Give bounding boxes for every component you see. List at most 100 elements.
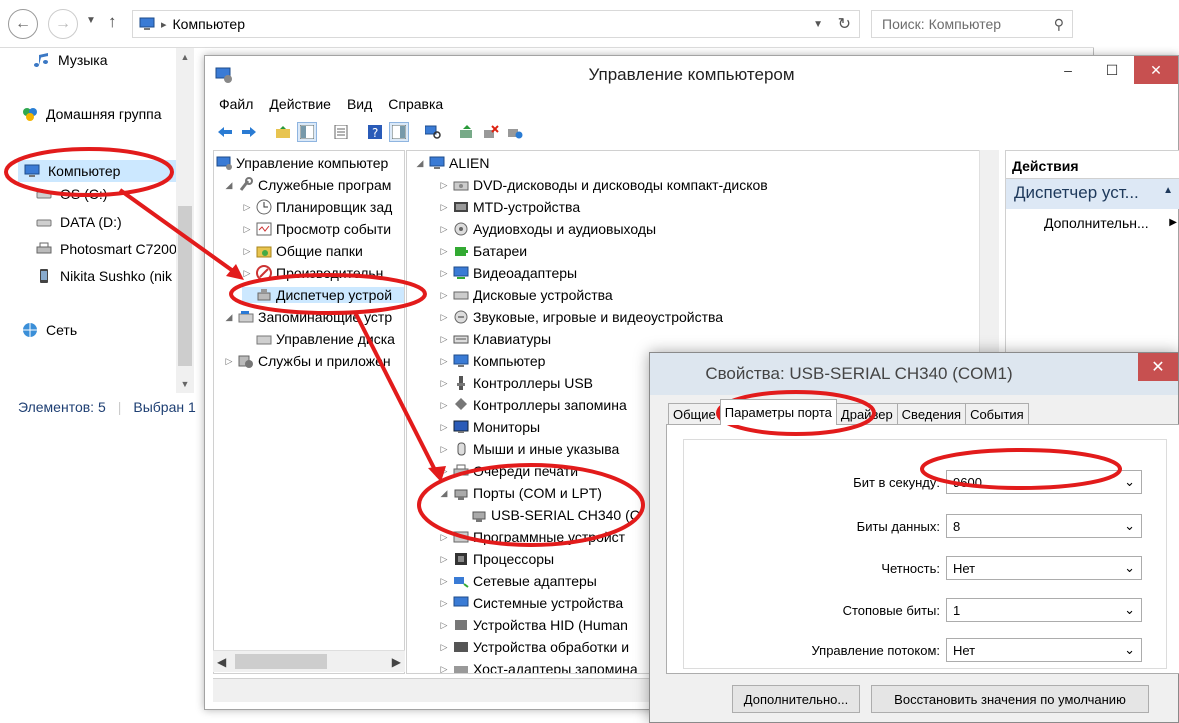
window-titlebar[interactable]: Управление компьютером – ☐ ✕ xyxy=(205,56,1178,94)
minimize-button[interactable]: – xyxy=(1046,56,1090,84)
tab-events[interactable]: События xyxy=(965,403,1029,425)
collapsed-triangle-icon[interactable]: ▷ xyxy=(439,290,449,301)
device-category-dvd[interactable]: ▷ DVD-дисководы и дисководы компакт-диско… xyxy=(439,177,768,193)
actions-device-manager[interactable]: Диспетчер уст... ▲ xyxy=(1006,179,1179,209)
expanded-triangle-icon[interactable]: ◢ xyxy=(224,312,234,323)
tree-horizontal-scrollbar[interactable]: ◀ ▶ xyxy=(213,650,405,672)
collapsed-triangle-icon[interactable]: ▷ xyxy=(439,532,449,543)
back-button[interactable]: ← xyxy=(8,9,38,39)
collapsed-triangle-icon[interactable]: ▷ xyxy=(242,224,252,235)
device-category-mtd[interactable]: ▷ MTD-устройства xyxy=(439,199,581,215)
collapsed-triangle-icon[interactable]: ▷ xyxy=(439,466,449,477)
tree-device-manager[interactable]: Диспетчер устрой xyxy=(242,287,404,303)
scroll-thumb[interactable] xyxy=(235,654,327,669)
stop-bits-select[interactable]: 1 ⌄ xyxy=(946,598,1142,622)
nav-item-drive-d[interactable]: DATA (D:) xyxy=(36,214,122,230)
collapsed-triangle-icon[interactable]: ▷ xyxy=(439,312,449,323)
collapsed-triangle-icon[interactable]: ▷ xyxy=(439,576,449,587)
nav-item-homegroup[interactable]: Домашняя группа xyxy=(22,106,162,122)
tree-disk-management[interactable]: Управление диска xyxy=(242,331,395,347)
tree-storage[interactable]: ◢ Запоминающие устр xyxy=(224,309,393,325)
nav-item-phone[interactable]: Nikita Sushko (nik xyxy=(36,268,176,284)
data-bits-select[interactable]: 8 ⌄ xyxy=(946,514,1142,538)
tab-driver[interactable]: Драйвер xyxy=(835,403,898,425)
uninstall-device-icon[interactable] xyxy=(481,122,501,142)
refresh-icon[interactable]: ↻ xyxy=(838,14,851,34)
collapsed-triangle-icon[interactable]: ▷ xyxy=(439,246,449,257)
tree-root-computer-management[interactable]: Управление компьютер xyxy=(216,155,388,171)
tab-details[interactable]: Сведения xyxy=(896,403,967,425)
tab-general[interactable]: Общие xyxy=(668,403,721,425)
menu-view[interactable]: Вид xyxy=(347,96,372,118)
device-category-ports[interactable]: ◢ Порты (COM и LPT) xyxy=(439,485,602,501)
address-dropdown-icon[interactable]: ▼ xyxy=(813,19,823,30)
parity-select[interactable]: Нет ⌄ xyxy=(946,556,1142,580)
device-category-usb-serial[interactable]: USB-SERIAL CH340 (C xyxy=(457,507,640,523)
recent-dropdown-icon[interactable]: ▼ xyxy=(86,15,96,26)
collapsed-triangle-icon[interactable]: ▷ xyxy=(242,268,252,279)
collapsed-triangle-icon[interactable]: ▷ xyxy=(224,356,234,367)
device-category-system-devices[interactable]: ▷ Системные устройства xyxy=(439,595,624,611)
device-category-usb-controllers[interactable]: ▷ Контроллеры USB xyxy=(439,375,593,391)
nav-item-music[interactable]: Музыка xyxy=(34,52,108,68)
collapsed-triangle-icon[interactable]: ▷ xyxy=(439,620,449,631)
collapsed-triangle-icon[interactable]: ▷ xyxy=(439,444,449,455)
device-category-print-queues[interactable]: ▷ Очереди печати xyxy=(439,463,579,479)
collapsed-triangle-icon[interactable]: ▷ xyxy=(439,598,449,609)
device-category-imaging[interactable]: ▷ Устройства обработки и xyxy=(439,639,630,655)
tree-system-tools[interactable]: ◢ Служебные програм xyxy=(224,177,391,193)
device-category-storage-adapters[interactable]: ▷ Хост-адаптеры запомина xyxy=(439,661,638,673)
collapsed-triangle-icon[interactable]: ▷ xyxy=(439,202,449,213)
tree-event-viewer[interactable]: ▷ Просмотр событи xyxy=(242,221,392,237)
scroll-up-icon[interactable]: ▲ xyxy=(176,52,194,62)
collapsed-triangle-icon[interactable]: ▷ xyxy=(439,400,449,411)
help-icon[interactable]: ? xyxy=(365,122,385,142)
show-action-pane-icon[interactable] xyxy=(389,122,409,142)
collapsed-triangle-icon[interactable]: ▷ xyxy=(439,224,449,235)
enable-device-icon[interactable] xyxy=(505,122,525,142)
maximize-button[interactable]: ☐ xyxy=(1090,56,1134,84)
scroll-down-icon[interactable]: ▼ xyxy=(176,379,194,389)
nav-item-drive-c[interactable]: OS (C:) xyxy=(36,186,107,202)
collapsed-triangle-icon[interactable]: ▷ xyxy=(242,202,252,213)
device-category-display-adapters[interactable]: ▷ Видеоадаптеры xyxy=(439,265,578,281)
device-tree-root[interactable]: ◢ ALIEN xyxy=(415,155,490,171)
up-folder-icon[interactable] xyxy=(273,122,293,142)
update-driver-icon[interactable] xyxy=(457,122,477,142)
nav-item-printer[interactable]: Photosmart C7200 xyxy=(36,241,176,257)
expanded-triangle-icon[interactable]: ◢ xyxy=(224,180,234,191)
up-button[interactable]: ↑ xyxy=(108,12,117,32)
device-category-monitors[interactable]: ▷ Мониторы xyxy=(439,419,541,435)
scroll-right-icon[interactable]: ▶ xyxy=(392,655,401,669)
collapsed-triangle-icon[interactable]: ▷ xyxy=(439,334,449,345)
tree-shared-folders[interactable]: ▷ Общие папки xyxy=(242,243,363,259)
scroll-left-icon[interactable]: ◀ xyxy=(217,655,226,669)
expanded-triangle-icon[interactable]: ◢ xyxy=(439,488,449,499)
tree-performance[interactable]: ▷ Производительн xyxy=(242,265,383,281)
advanced-button[interactable]: Дополнительно... xyxy=(732,685,860,713)
device-category-processors[interactable]: ▷ Процессоры xyxy=(439,551,555,567)
flow-control-select[interactable]: Нет ⌄ xyxy=(946,638,1142,662)
device-category-computer[interactable]: ▷ Компьютер xyxy=(439,353,546,369)
show-tree-icon[interactable] xyxy=(297,122,317,142)
expanded-triangle-icon[interactable]: ◢ xyxy=(415,158,425,169)
collapsed-triangle-icon[interactable]: ▷ xyxy=(439,422,449,433)
properties-icon[interactable] xyxy=(331,122,351,142)
dialog-titlebar[interactable]: Свойства: USB-SERIAL CH340 (COM1) xyxy=(650,353,1178,395)
device-category-network-adapters[interactable]: ▷ Сетевые адаптеры xyxy=(439,573,597,589)
device-category-audio-io[interactable]: ▷ Аудиовходы и аудиовыходы xyxy=(439,221,657,237)
back-arrow-icon[interactable] xyxy=(215,122,235,142)
scan-hardware-icon[interactable] xyxy=(423,122,443,142)
menu-file[interactable]: Файл xyxy=(219,96,253,118)
address-field[interactable]: ▸ Компьютер ▼ ↻ xyxy=(132,10,860,38)
close-button[interactable]: ✕ xyxy=(1134,56,1178,84)
collapsed-triangle-icon[interactable]: ▷ xyxy=(439,642,449,653)
device-category-mice[interactable]: ▷ Мыши и иные указыва xyxy=(439,441,620,457)
tree-services-apps[interactable]: ▷ Службы и приложен xyxy=(224,353,391,369)
collapse-icon[interactable]: ▲ xyxy=(1163,185,1173,196)
collapsed-triangle-icon[interactable]: ▷ xyxy=(439,378,449,389)
collapsed-triangle-icon[interactable]: ▷ xyxy=(439,180,449,191)
nav-item-network[interactable]: Сеть xyxy=(22,322,77,338)
collapsed-triangle-icon[interactable]: ▷ xyxy=(439,268,449,279)
device-category-software-devices[interactable]: ▷ Программные устройст xyxy=(439,529,626,545)
